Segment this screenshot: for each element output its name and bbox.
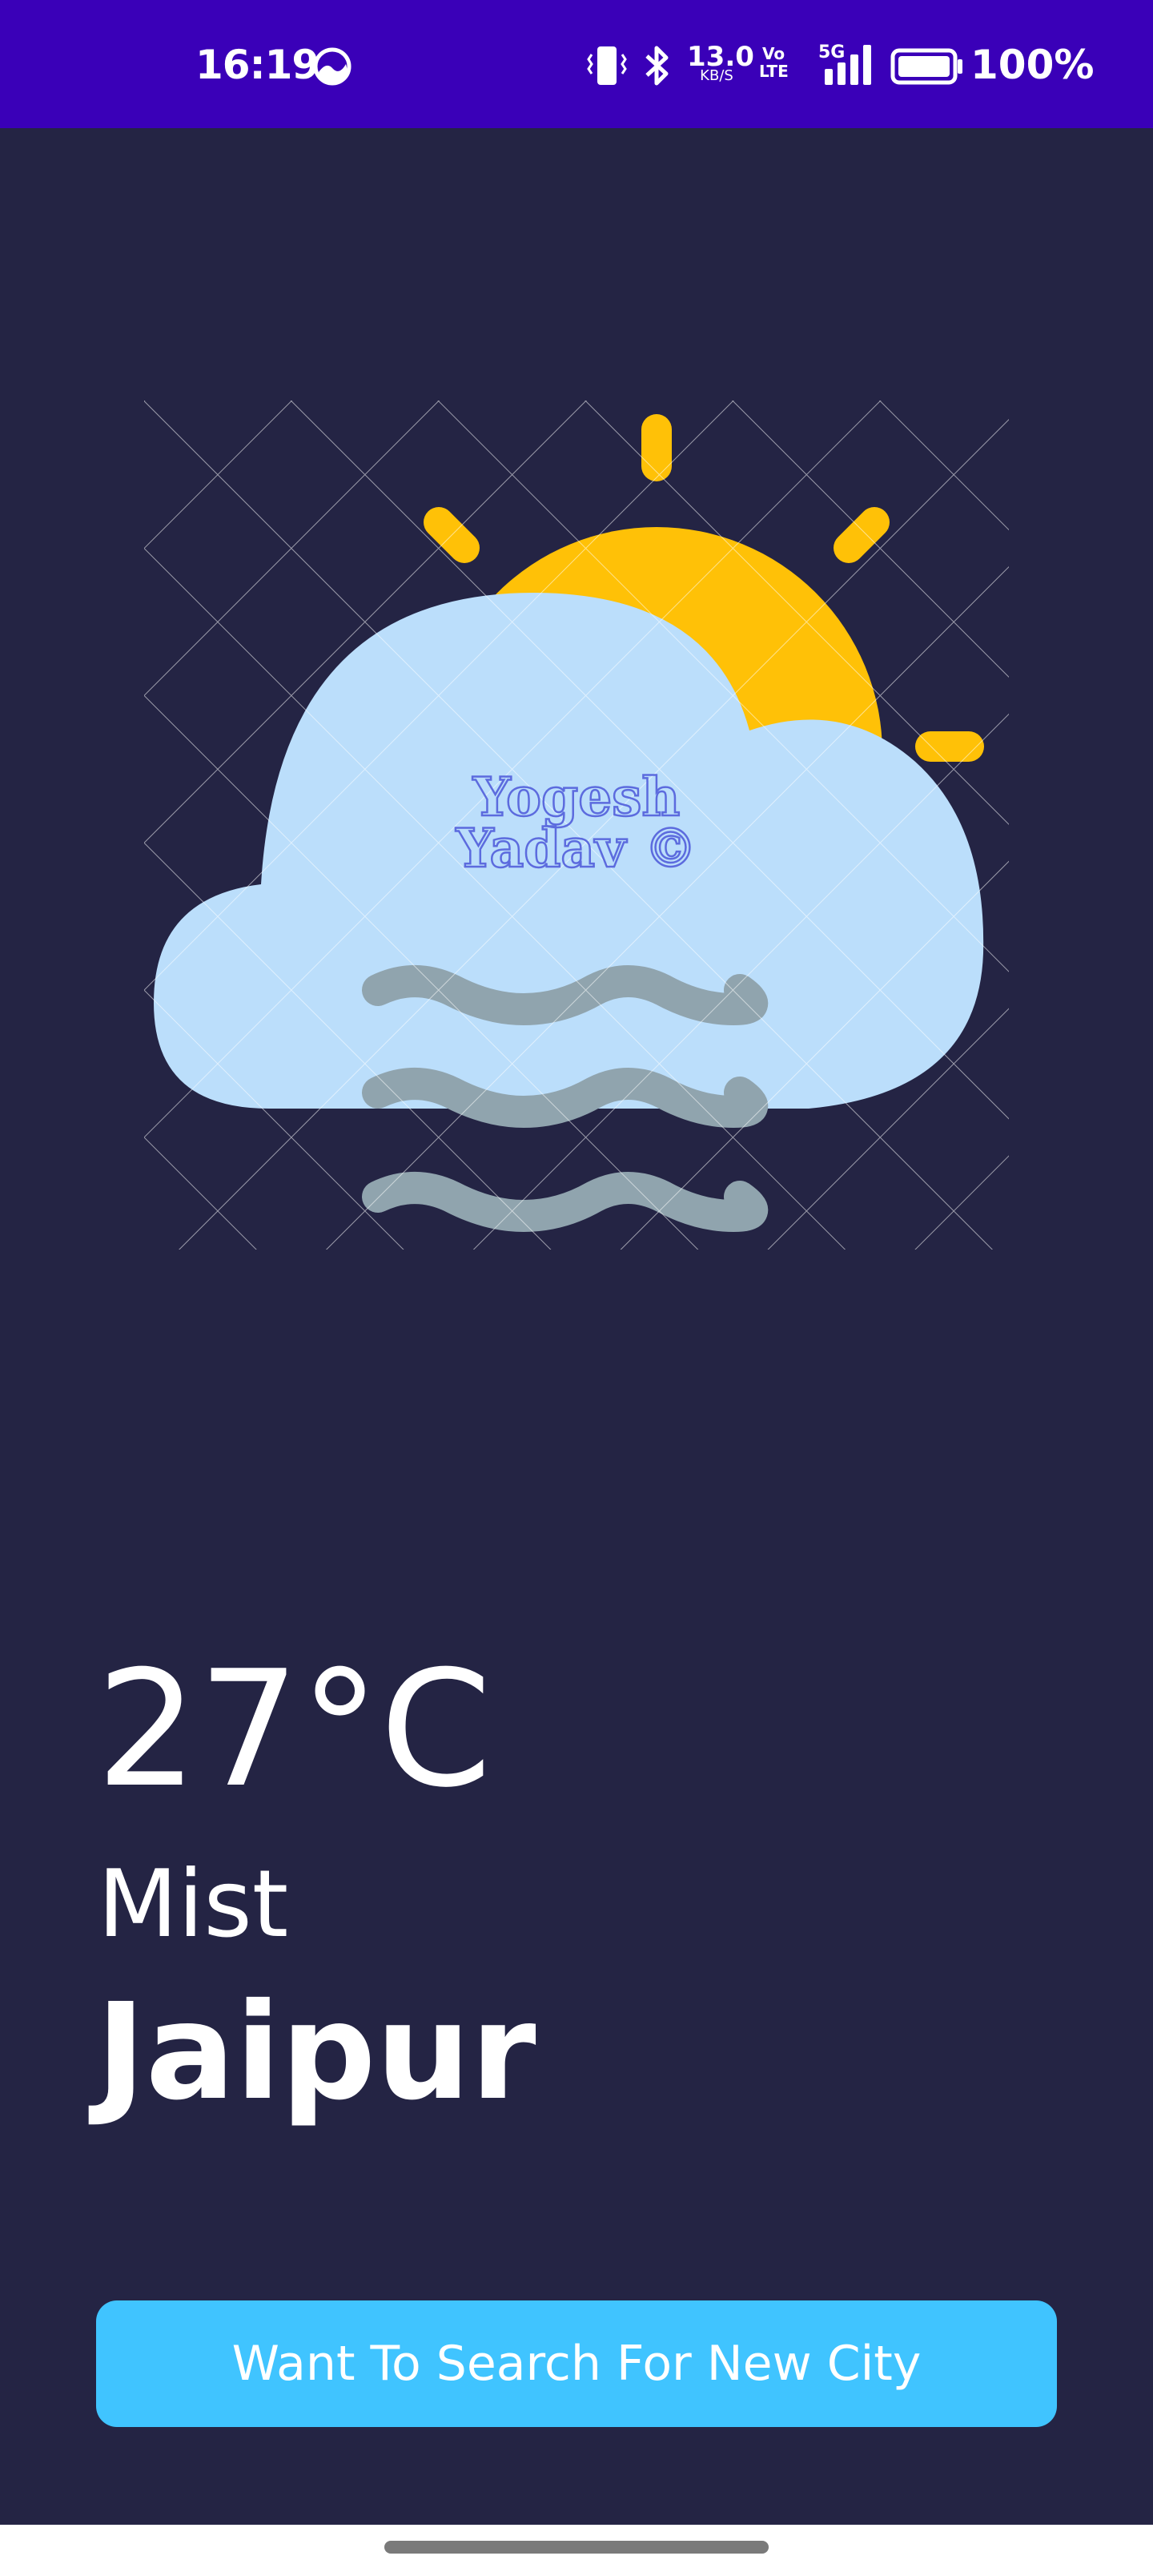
signal-icon: 5G: [818, 42, 871, 85]
city-name: Jaipur: [96, 1975, 536, 2130]
sun-behind-cloud-mist-icon: Yogesh Yadav ©: [144, 400, 1009, 1250]
network-speed: 13.0 KB/S: [687, 41, 754, 83]
volte-top: Vo: [761, 44, 785, 63]
status-time: 16:19: [195, 42, 319, 88]
temperature: 27°C: [96, 1636, 492, 1823]
battery-icon: [890, 48, 962, 85]
home-gesture-handle[interactable]: [384, 2541, 769, 2554]
volte-bottom: LTE: [759, 62, 789, 81]
search-new-city-button[interactable]: Want To Search For New City: [96, 2300, 1057, 2427]
battery-percentage: 100%: [970, 42, 1095, 88]
network-type: 5G: [818, 42, 845, 62]
weather-status-icon: [313, 47, 352, 86]
status-bar: 16:19 13.0 KB/S Vo LTE 5G 100%: [0, 0, 1153, 128]
weather-condition: Mist: [98, 1850, 289, 1958]
network-speed-value: 13.0: [687, 41, 754, 73]
volte-indicator: Vo LTE: [759, 44, 789, 81]
bluetooth-icon: [645, 46, 669, 86]
vibrate-icon: [587, 46, 627, 85]
watermark-line-2: Yadav ©: [456, 817, 697, 879]
